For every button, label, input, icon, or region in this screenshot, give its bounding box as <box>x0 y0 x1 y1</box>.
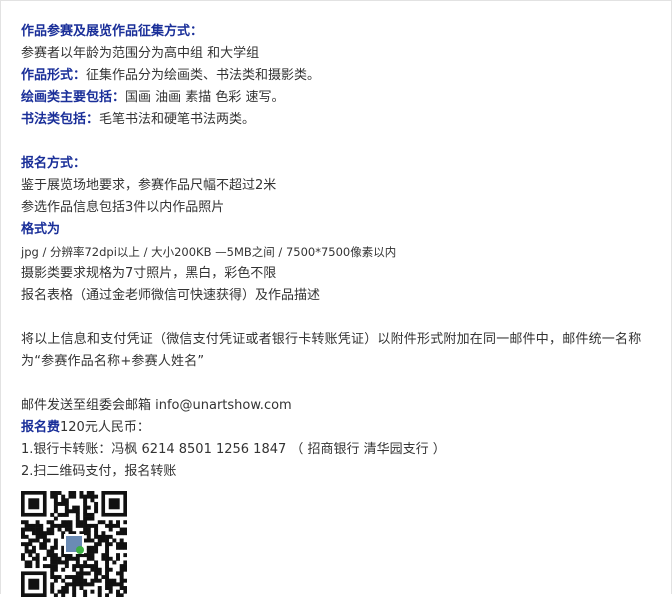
qr-code-icon <box>21 491 127 597</box>
fee-line: 报名费120元人民币： <box>21 417 661 439</box>
bank-transfer-text: 1.银行卡转账：冯枫 6214 8501 1256 1847 （ 招商银行 清华… <box>21 442 446 457</box>
email-line: 邮件发送至组委会邮箱 info@unartshow.com <box>21 398 292 413</box>
fee-label: 报名费 <box>21 420 61 435</box>
size-rule-text: 鉴于展览场地要求，参赛作品尺幅不超过2米 <box>21 178 277 193</box>
works-heading: 作品参赛及展览作品征集方式： <box>21 24 204 39</box>
format-heading: 格式为 <box>21 222 61 237</box>
forms-text: 征集作品分为绘画类、书法类和摄影类。 <box>86 68 321 83</box>
qr-code-graphic <box>21 491 127 597</box>
age-groups-text: 参赛者以年龄为范围分为高中组 和大学组 <box>21 46 260 61</box>
painting-label: 绘画类主要包括： <box>21 90 126 105</box>
calligraphy-line: 书法类包括：毛笔书法和硬笔书法两类。 <box>21 109 661 131</box>
painting-text: 国画 油画 素描 色彩 速写。 <box>125 90 285 105</box>
forms-line: 作品形式：征集作品分为绘画类、书法类和摄影类。 <box>21 65 661 87</box>
registration-heading: 报名方式： <box>21 156 87 171</box>
document-frame: 作品参赛及展览作品征集方式： 参赛者以年龄为范围分为高中组 和大学组 作品形式：… <box>0 0 672 597</box>
calligraphy-text: 毛笔书法和硬笔书法两类。 <box>99 112 256 127</box>
submission-instructions: 将以上信息和支付凭证（微信支付凭证或者银行卡转账凭证）以附件形式附加在同一邮件中… <box>21 332 642 369</box>
qr-payment-text: 2.扫二维码支付，报名转账 <box>21 464 177 479</box>
document-content: 作品参赛及展览作品征集方式： 参赛者以年龄为范围分为高中组 和大学组 作品形式：… <box>21 21 661 597</box>
photo-rule-text: 摄影类要求规格为7寸照片，黑白，彩色不限 <box>21 266 277 281</box>
calligraphy-label: 书法类包括： <box>21 112 100 127</box>
fee-amount: 120元人民币： <box>60 420 150 435</box>
forms-label: 作品形式： <box>21 68 87 83</box>
painting-line: 绘画类主要包括：国画 油画 素描 色彩 速写。 <box>21 87 661 109</box>
format-spec-text: jpg / 分辨率72dpi以上 / 大小200KB —5MB之间 / 7500… <box>21 245 397 259</box>
info-rule-text: 参选作品信息包括3件以内作品照片 <box>21 200 225 215</box>
form-rule-text: 报名表格（通过金老师微信可快速获得）及作品描述 <box>21 288 321 303</box>
